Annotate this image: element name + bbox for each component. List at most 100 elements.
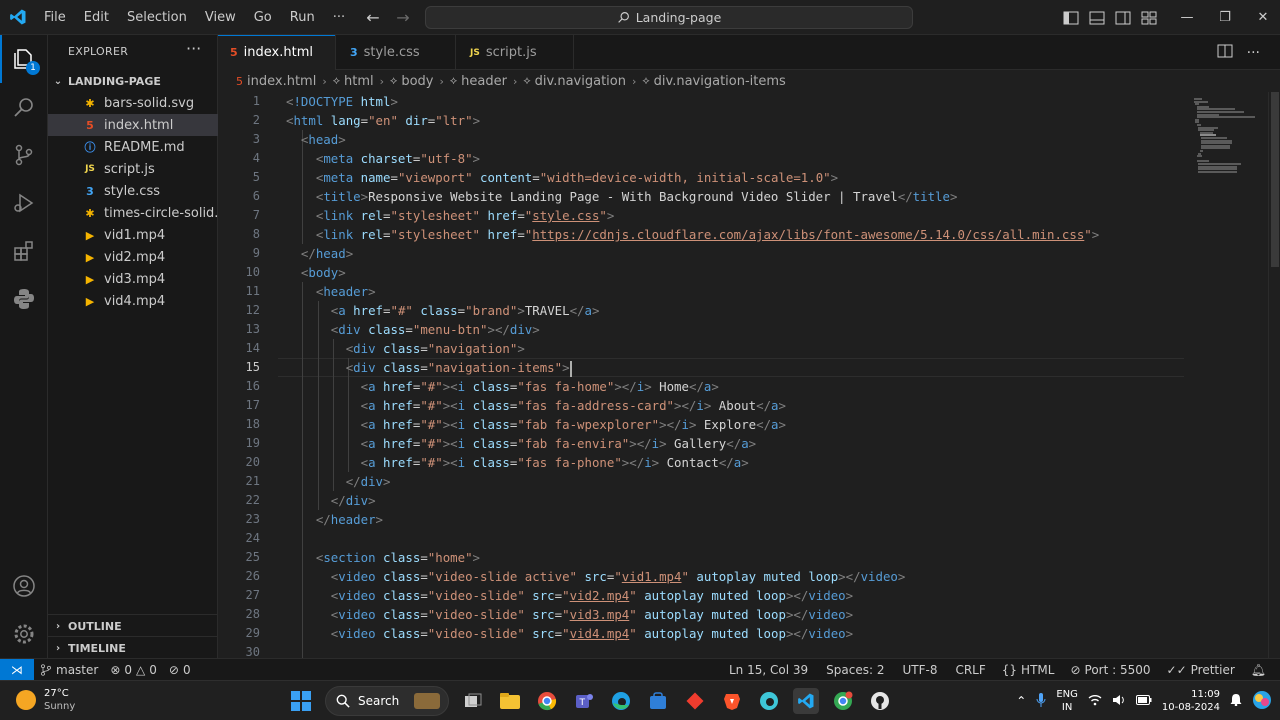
- menu-view[interactable]: View: [196, 0, 245, 35]
- settings-gear-icon[interactable]: [0, 610, 48, 658]
- toggle-primary-sidebar-icon[interactable]: [1062, 10, 1080, 26]
- tab-index-html[interactable]: 5 index.html: [218, 35, 336, 70]
- windows-start-icon[interactable]: [288, 688, 314, 714]
- volume-icon[interactable]: [1112, 694, 1126, 709]
- breadcrumb-header[interactable]: ⟡ header: [450, 74, 507, 89]
- ports-status[interactable]: ⊘ 0: [163, 659, 197, 681]
- chevron-right-icon: ›: [55, 642, 61, 654]
- breadcrumb-navigation[interactable]: ⟡ div.navigation: [523, 74, 626, 89]
- copilot-icon[interactable]: [1252, 690, 1272, 713]
- microphone-icon[interactable]: [1036, 692, 1046, 710]
- indentation[interactable]: Spaces: 2: [820, 659, 890, 681]
- command-center-search[interactable]: Landing-page: [425, 6, 913, 29]
- breadcrumb-body[interactable]: ⟡ body: [390, 74, 433, 89]
- remote-indicator-icon[interactable]: ⋊: [0, 658, 34, 681]
- file-item-vid2[interactable]: ▶ vid2.mp4: [48, 246, 218, 268]
- search-activity-icon[interactable]: [0, 83, 48, 131]
- language-mode[interactable]: {} HTML: [996, 659, 1061, 681]
- edge-dev-icon[interactable]: [756, 688, 782, 714]
- explorer-icon[interactable]: 1: [0, 35, 48, 83]
- chevron-up-icon[interactable]: ⌃: [1016, 694, 1026, 708]
- wifi-icon[interactable]: [1088, 694, 1102, 709]
- notification-bell-icon[interactable]: [1230, 693, 1242, 709]
- file-item-vid3[interactable]: ▶ vid3.mp4: [48, 268, 218, 290]
- breadcrumb-html[interactable]: ⟡ html: [333, 74, 374, 89]
- restore-button[interactable]: ❐: [1206, 10, 1244, 25]
- line-number: 22: [245, 493, 260, 507]
- menu-more[interactable]: ···: [324, 0, 354, 35]
- teams-icon[interactable]: T: [571, 688, 597, 714]
- branch-status[interactable]: master: [34, 659, 104, 681]
- menu-file[interactable]: File: [35, 0, 75, 35]
- language-indicator[interactable]: ENG IN: [1056, 688, 1078, 714]
- vscode-taskbar-icon[interactable]: [793, 688, 819, 714]
- notifications-bell-icon[interactable]: 🔔︎: [1245, 659, 1272, 681]
- github-icon[interactable]: [867, 688, 893, 714]
- file-item-style-css[interactable]: 3 style.css: [48, 180, 218, 202]
- problems-status[interactable]: ⊗ 0 △ 0: [104, 659, 163, 681]
- line-number: 6: [252, 189, 260, 203]
- prettier-status[interactable]: ✓✓ Prettier: [1161, 659, 1241, 681]
- run-debug-icon[interactable]: [0, 179, 48, 227]
- breadcrumb-file[interactable]: 5 index.html: [236, 74, 316, 89]
- task-view-icon[interactable]: [460, 688, 486, 714]
- toggle-secondary-sidebar-icon[interactable]: [1114, 10, 1132, 26]
- menu-go[interactable]: Go: [245, 0, 281, 35]
- close-button[interactable]: ✕: [1244, 10, 1280, 25]
- code-editor[interactable]: 1 2 3 4 5 6 7 8 9 10 11 12 13 14 15 16 17 18 19 20 21 22 23 24 2…: [218, 92, 1280, 658]
- weather-widget[interactable]: 27°C Sunny: [16, 687, 75, 713]
- file-item-index-html[interactable]: 5 index.html: [48, 114, 218, 136]
- code-line: <html lang="en" dir="ltr">: [286, 113, 481, 128]
- file-item-bars-solid[interactable]: ✱ bars-solid.svg: [48, 92, 218, 114]
- forward-arrow-icon[interactable]: →: [394, 8, 412, 27]
- file-item-script-js[interactable]: JS script.js: [48, 158, 218, 180]
- brave-icon[interactable]: [719, 688, 745, 714]
- split-editor-icon[interactable]: [1217, 44, 1233, 62]
- minimize-button[interactable]: —: [1168, 10, 1206, 25]
- scrollbar-thumb[interactable]: [1271, 92, 1279, 267]
- line-number: 2: [252, 113, 260, 127]
- code-line: <div class="navigation-items">: [345, 360, 572, 377]
- chrome-icon[interactable]: [534, 688, 560, 714]
- tab-style-css[interactable]: 3 style.css: [336, 35, 456, 70]
- store-icon[interactable]: [645, 688, 671, 714]
- customize-layout-icon[interactable]: [1140, 10, 1158, 26]
- outline-section[interactable]: › OUTLINE: [48, 615, 218, 637]
- code-line: <a href="#"><i class="fab fa-envira"></i…: [360, 436, 757, 451]
- vertical-scrollbar[interactable]: [1268, 92, 1280, 658]
- battery-icon[interactable]: [1135, 694, 1152, 708]
- file-item-times-circle[interactable]: ✱ times-circle-solid...: [48, 202, 218, 224]
- chrome-profile-icon[interactable]: [830, 688, 856, 714]
- accounts-icon[interactable]: [0, 562, 48, 610]
- edge-icon[interactable]: [608, 688, 634, 714]
- folder-header[interactable]: ⌄ LANDING-PAGE: [48, 70, 218, 92]
- encoding[interactable]: UTF-8: [896, 659, 943, 681]
- star-icon: ✱: [85, 96, 95, 110]
- timeline-section[interactable]: › TIMELINE: [48, 637, 218, 659]
- source-control-icon[interactable]: [0, 131, 48, 179]
- explorer-more-button[interactable]: ···: [186, 39, 201, 58]
- file-item-vid1[interactable]: ▶ vid1.mp4: [48, 224, 218, 246]
- git-diamond-icon[interactable]: [682, 688, 708, 714]
- breadcrumb-navigation-items[interactable]: ⟡ div.navigation-items: [642, 74, 785, 89]
- taskbar-search[interactable]: Search: [325, 686, 449, 716]
- minimap[interactable]: [1188, 92, 1268, 658]
- more-actions-icon[interactable]: ···: [1247, 45, 1260, 61]
- python-icon[interactable]: [0, 275, 48, 323]
- clock[interactable]: 11:09 10-08-2024: [1162, 688, 1220, 714]
- code-line: </head>: [300, 246, 354, 261]
- menu-run[interactable]: Run: [281, 0, 324, 35]
- back-arrow-icon[interactable]: ←: [364, 8, 382, 27]
- toggle-panel-icon[interactable]: [1088, 10, 1106, 26]
- line-ending[interactable]: CRLF: [949, 659, 991, 681]
- tab-script-js[interactable]: JS script.js: [456, 35, 574, 70]
- chevron-right-icon: ›: [439, 74, 444, 88]
- file-explorer-icon[interactable]: [497, 688, 523, 714]
- file-item-vid4[interactable]: ▶ vid4.mp4: [48, 290, 218, 312]
- cursor-position[interactable]: Ln 15, Col 39: [723, 659, 814, 681]
- file-item-readme[interactable]: ⓘ README.md: [48, 136, 218, 158]
- menu-selection[interactable]: Selection: [118, 0, 196, 35]
- extensions-icon[interactable]: [0, 227, 48, 275]
- menu-edit[interactable]: Edit: [75, 0, 118, 35]
- live-server-port[interactable]: ⊘ Port : 5500: [1064, 659, 1156, 681]
